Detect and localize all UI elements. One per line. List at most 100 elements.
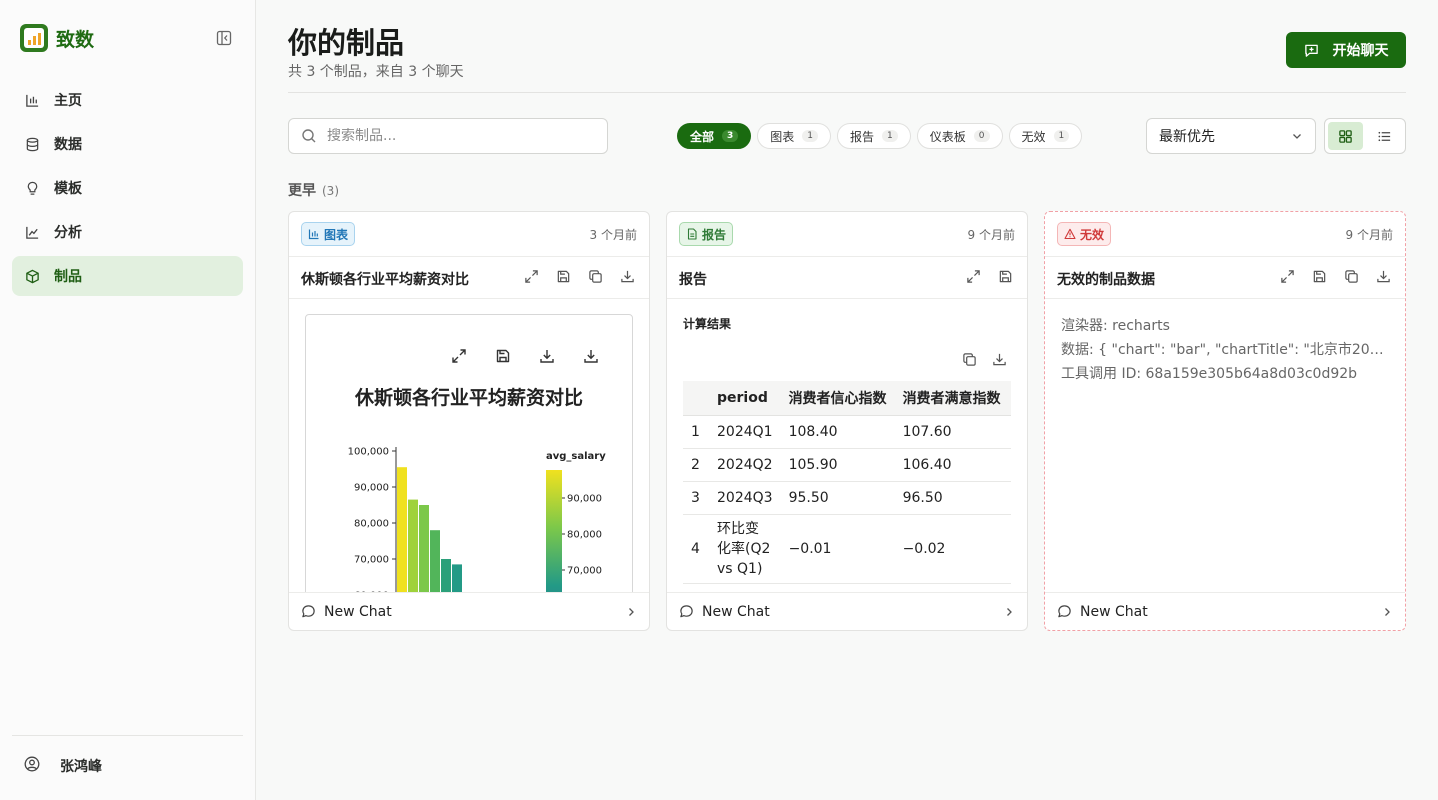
table-cell: 108.40 [780,415,895,449]
lightbulb-icon [24,180,40,196]
group-name: 更早 [288,183,316,199]
badge-label: 报告 [702,227,727,242]
fullscreen-icon[interactable] [450,347,468,365]
box-icon [24,268,40,284]
download-icon[interactable] [538,347,556,365]
detail-line: 工具调用 ID: 68a159e305b64a8d03c0d92b [1061,366,1358,382]
chevron-right-icon [629,607,634,616]
sidebar-item-data[interactable]: 数据 [12,124,243,164]
filter-count: 1 [882,130,898,142]
copy-icon[interactable] [961,351,977,367]
grid-view-button[interactable] [1328,122,1363,150]
card-time: 9 个月前 [967,228,1015,242]
save-icon[interactable] [555,268,571,284]
list-icon [1378,131,1391,141]
save-icon[interactable] [494,347,512,365]
table-row: 2 2024Q2 105.90 106.40 [683,448,1011,482]
download-icon[interactable] [619,268,635,284]
card-time: 3 个月前 [589,228,637,242]
filter-label: 全部 [690,129,715,144]
column-header: 消费者满意指数 [894,381,1011,416]
download-icon[interactable] [1375,268,1391,284]
sort-select[interactable]: 最新优先 [1146,118,1316,154]
card-time: 9 个月前 [1345,228,1393,242]
filter-label: 仪表板 [929,129,966,144]
filter-count: 1 [1053,130,1070,142]
save-icon[interactable] [1311,268,1327,284]
expand-icon[interactable] [523,268,539,284]
artifact-card-report[interactable]: 报告 9 个月前 报告 计算结果 period 消费者信心指数 消费者满意指数 … [666,211,1028,631]
expand-icon[interactable] [1279,268,1295,284]
card-preview: 渲染器: recharts 数据: { "chart": "bar", "cha… [1045,299,1405,593]
download-icon[interactable] [582,347,600,365]
card-title-row: 无效的制品数据 [1045,257,1405,299]
sidebar-item-artifacts[interactable]: 制品 [12,256,243,296]
save-icon[interactable] [997,268,1013,284]
type-badge-chart: 图表 [301,222,356,246]
filter-all[interactable]: 全部 3 [677,123,752,149]
badge-label: 无效 [1080,227,1105,242]
search-icon [302,129,316,143]
artifact-card-invalid[interactable]: 无效 9 个月前 无效的制品数据 渲染器: recharts 数据: { "ch… [1044,211,1406,631]
card-actions [1279,268,1391,284]
table-row: 1 2024Q1 108.40 107.60 [683,415,1011,449]
sort-value: 最新优先 [1159,129,1215,145]
chat-name: New Chat [1080,603,1148,620]
group-label: 更早 (3) [288,180,339,200]
filter-chart[interactable]: 图表 1 [757,123,832,149]
open-chat-link[interactable]: New Chat [289,592,649,630]
card-title: 报告 [679,272,707,288]
sidebar-item-label: 模板 [54,181,82,197]
sidebar-item-label: 主页 [54,93,82,109]
chart-title: 休斯顿各行业平均薪资对比 [354,387,583,409]
start-chat-label: 开始聊天 [1332,43,1389,59]
table-cell: 96.50 [894,481,1011,515]
message-plus-icon [1304,44,1318,57]
collapse-sidebar-icon[interactable] [216,30,234,46]
legend-tick-label: 80,000 [567,530,602,541]
filter-report[interactable]: 报告 1 [837,123,911,149]
chat-name: New Chat [702,603,770,620]
copy-icon[interactable] [1343,268,1359,284]
table-cell: 1 [683,415,709,449]
page-title: 你的制品 [288,26,405,60]
brand[interactable]: 致数 [20,24,94,52]
app-name: 致数 [56,28,95,51]
expand-icon[interactable] [965,268,981,284]
open-chat-link[interactable]: New Chat [1045,592,1405,630]
column-header: 消费者信心指数 [780,381,895,416]
filter-dashboard[interactable]: 仪表板 0 [916,123,1003,149]
bar [441,559,451,593]
table-cell: 2024Q3 [709,481,781,515]
download-icon[interactable] [991,351,1007,367]
search-input[interactable] [327,128,597,144]
bar [430,530,440,593]
user-profile[interactable]: 张鸿峰 [24,756,102,776]
sidebar-item-home[interactable]: 主页 [12,80,243,120]
copy-icon[interactable] [587,268,603,284]
card-title-row: 休斯顿各行业平均薪资对比 [289,257,649,299]
type-badge-report: 报告 [679,222,734,246]
chat-bubble-icon [680,605,693,618]
bar-chart: 100,00090,00080,00070,00060,000(美元)avg_s… [333,447,606,593]
sidebar: 致数 主页 数据 模板 分析 制品 张鸿峰 [0,0,256,800]
filter-label: 无效 [1021,129,1046,144]
start-chat-button[interactable]: 开始聊天 [1286,32,1406,68]
artifact-card-chart[interactable]: 图表 3 个月前 休斯顿各行业平均薪资对比 休斯顿各行业平均薪资对比 100,0… [288,211,650,631]
list-view-button[interactable] [1367,122,1402,150]
document-icon [687,228,697,240]
sidebar-item-templates[interactable]: 模板 [12,168,243,208]
sidebar-item-label: 制品 [54,269,82,285]
open-chat-link[interactable]: New Chat [667,592,1027,630]
detail-line: 渲染器: recharts [1061,318,1170,334]
chart-toolbar [450,347,600,365]
bar-chart-icon [308,229,319,240]
filter-label: 图表 [770,129,795,144]
type-badge-invalid: 无效 [1057,222,1112,246]
detail-line: 数据: { "chart": "bar", "chartTitle": "北京市… [1061,342,1391,358]
chart-preview-frame: 休斯顿各行业平均薪资对比 100,000 90,000 80,000 70,000 60… [305,314,633,593]
sidebar-item-analysis[interactable]: 分析 [12,212,243,252]
card-title-row: 报告 [667,257,1027,299]
invalid-details: 渲染器: recharts 数据: { "chart": "bar", "cha… [1061,315,1391,387]
filter-invalid[interactable]: 无效 1 [1008,123,1083,149]
